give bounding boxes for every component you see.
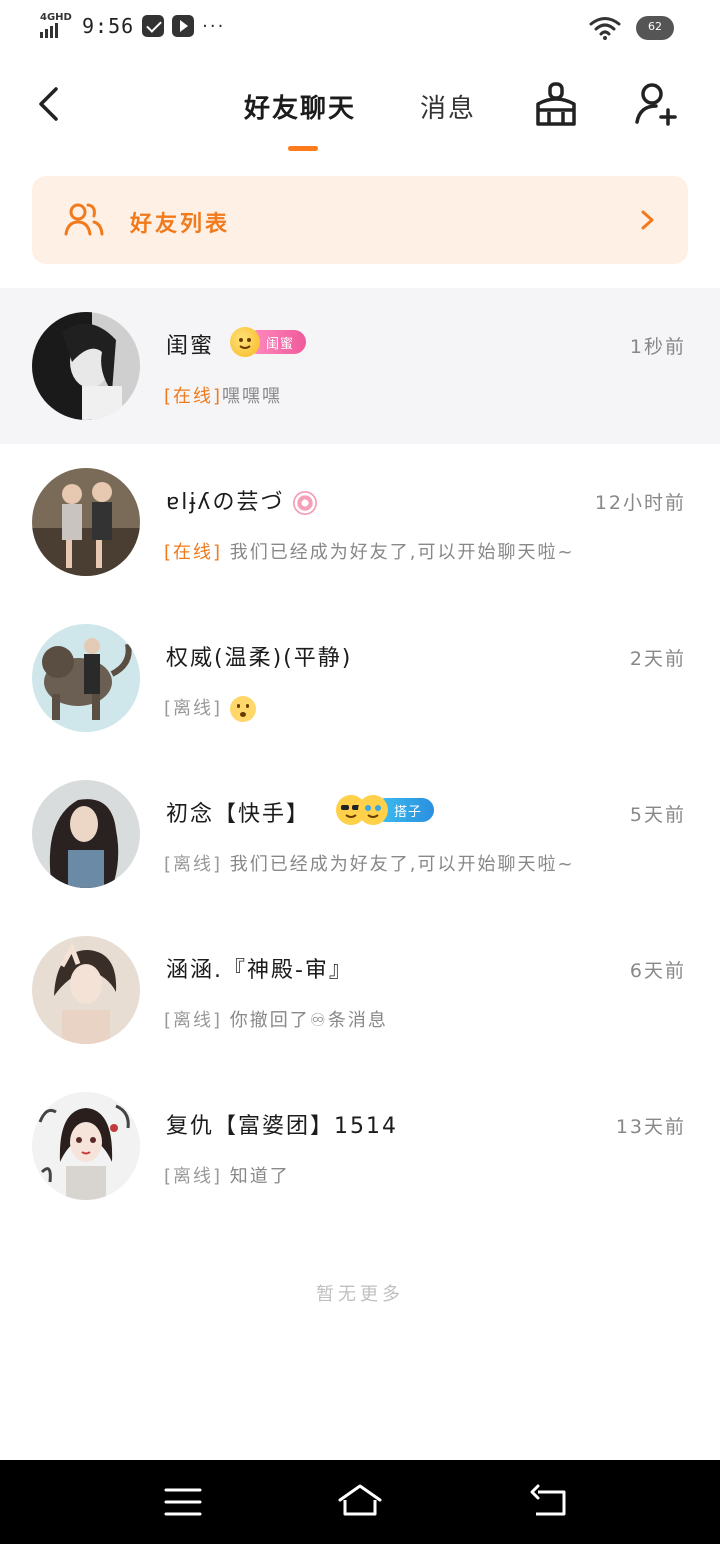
chat-name: 复仇【富婆团】1514 [166,1114,398,1139]
notification-message-icon [142,15,165,37]
star-eyes-emoji-icon [358,795,388,825]
avatar[interactable] [32,936,140,1044]
back-nav-button[interactable] [526,1480,574,1524]
avatar[interactable] [32,624,140,732]
online-status: [在线] [164,386,223,407]
chat-name: ɐlɉʎの芸づ [166,484,318,516]
offline-status: [离线] [164,1166,223,1187]
clock: 9:56 [82,14,135,38]
lollipop-emoji-icon [293,491,318,515]
avatar[interactable] [32,468,140,576]
chat-name: 闺蜜 [166,334,215,359]
header: 好友聊天 消息 [0,60,720,160]
chat-preview: [在线]嘿嘿嘿 [164,382,282,408]
offline-status: [离线] [164,854,223,875]
battery-level: 62 [648,20,662,33]
chat-name: 权威(温柔)(平静) [166,646,353,671]
chat-time: 1秒前 [629,336,686,358]
broom-icon [536,82,576,126]
status-bar: 4GHD 9:56 ··· 62 [0,0,720,56]
clean-button[interactable] [532,80,580,128]
home-icon [338,1484,382,1516]
back-button[interactable] [28,82,68,126]
tab-friends-chat[interactable]: 好友聊天 [244,88,356,125]
battery-icon: 62 [636,14,676,42]
chat-preview: [在线] 我们已经成为好友了,可以开始聊天啦~ [164,538,575,564]
avatar[interactable] [32,1092,140,1200]
chat-row[interactable]: ɐlɉʎの芸づ 12小时前 [在线] 我们已经成为好友了,可以开始聊天啦~ [0,444,720,600]
status-left: 4GHD 9:56 ··· [38,12,225,40]
friend-list-label: 好友列表 [130,212,231,237]
chat-time: 12小时前 [594,492,686,514]
chat-time: 6天前 [629,960,686,982]
chat-list: 闺蜜 闺蜜 1秒前 [在线]嘿嘿嘿 ɐlɉʎの芸づ 12小时前 [在线] 我们已… [0,288,720,1224]
chat-row[interactable]: 闺蜜 闺蜜 1秒前 [在线]嘿嘿嘿 [0,288,720,444]
last-message: 你撤回了♾条消息 [229,1010,388,1031]
signal-icon: 4GHD [38,12,74,40]
chat-time: 5天前 [629,804,686,826]
online-status: [在线] [164,542,223,563]
add-friend-button[interactable] [632,80,680,128]
offline-status: [离线] [164,698,223,719]
last-message: 我们已经成为好友了,可以开始聊天啦~ [229,542,575,563]
friends-icon [64,203,104,236]
chat-time: 13天前 [615,1116,686,1138]
active-tab-indicator [288,146,318,151]
wifi-icon [589,17,621,40]
chat-preview: [离线] 你撤回了♾条消息 [164,1006,388,1032]
chat-name: 初念【快手】 [166,802,311,827]
relationship-badge: 搭子 [336,794,435,826]
avatar[interactable] [32,312,140,420]
status-right: 62 [588,14,676,42]
chat-row[interactable]: 权威(温柔)(平静) 2天前 [离线] [0,600,720,756]
last-message: 我们已经成为好友了,可以开始聊天啦~ [229,854,575,875]
home-button[interactable] [336,1480,384,1524]
chat-row[interactable]: 初念【快手】 搭子 5天前 [离线] 我们已经成为好友了,可以开始聊天啦~ [0,756,720,912]
chat-row[interactable]: 涵涵.『神殿-审』 6天前 [离线] 你撤回了♾条消息 [0,912,720,1068]
chat-row[interactable]: 复仇【富婆团】1514 13天前 [离线] 知道了 [0,1068,720,1224]
more-notifications-icon: ··· [202,15,226,37]
no-more-text: 暂无更多 [316,1284,404,1305]
friend-list-banner[interactable]: 好友列表 [32,176,688,264]
chat-time: 2天前 [629,648,686,670]
menu-button[interactable] [160,1480,208,1524]
star-emoji-icon [230,327,260,357]
relationship-badge: 闺蜜 [230,326,307,358]
chevron-left-icon [39,87,58,121]
chat-preview: [离线] 我们已经成为好友了,可以开始聊天啦~ [164,850,575,876]
menu-icon [164,1488,202,1516]
last-message: 嘿嘿嘿 [222,386,283,407]
network-type: 4GHD [40,12,72,23]
last-message: 知道了 [229,1166,290,1187]
notification-video-icon [172,15,195,37]
avatar[interactable] [32,780,140,888]
tab-messages[interactable]: 消息 [420,88,476,125]
chat-preview: [离线] 知道了 [164,1162,290,1188]
offline-status: [离线] [164,1010,223,1031]
system-nav-bar [0,1460,720,1544]
chat-name: 涵涵.『神殿-审』 [166,958,353,983]
add-user-icon [635,83,677,126]
back-arrow-icon [530,1484,566,1516]
chevron-right-icon [641,210,654,230]
worried-emoji-icon [229,696,256,722]
chat-preview: [离线] [164,694,256,722]
